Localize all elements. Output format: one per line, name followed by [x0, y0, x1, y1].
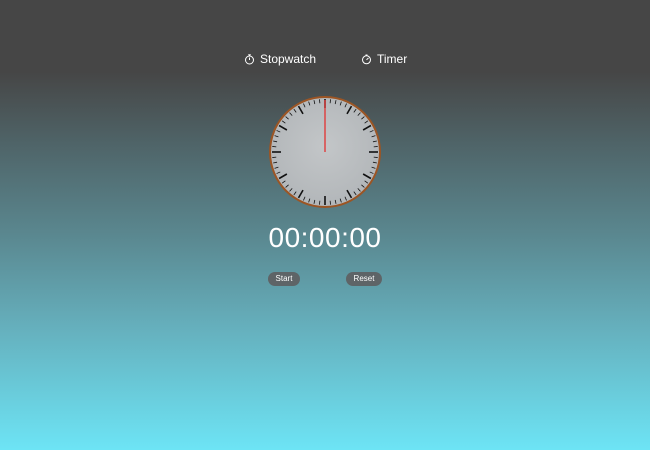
tab-stopwatch-label: Stopwatch: [260, 52, 317, 66]
time-display: 00:00:00: [268, 222, 382, 253]
timer-icon: [361, 54, 372, 65]
tab-stopwatch[interactable]: Stopwatch: [244, 52, 316, 66]
stopwatch-icon: [244, 53, 255, 65]
start-button[interactable]: Start: [268, 272, 300, 286]
reset-button[interactable]: Reset: [346, 272, 382, 286]
stopwatch-dial: [269, 96, 381, 208]
mode-tabs: Stopwatch Timer: [0, 52, 650, 70]
tab-timer[interactable]: Timer: [361, 52, 407, 66]
tab-timer-label: Timer: [377, 52, 408, 66]
